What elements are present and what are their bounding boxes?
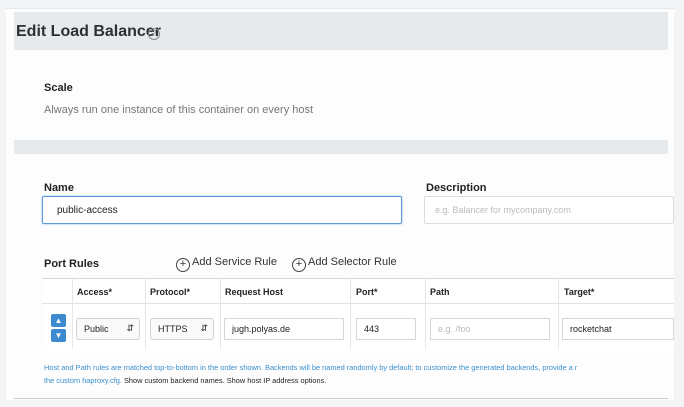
port-value: 443 <box>364 324 380 334</box>
column-header-request-host: Request Host <box>225 287 284 297</box>
access-select-value: Public <box>84 324 109 334</box>
chevron-up-icon[interactable]: ▲ <box>51 314 66 327</box>
column-header-port: Port* <box>356 287 378 297</box>
help-note-line: Host and Path rules are matched top-to-b… <box>44 363 578 372</box>
column-separator <box>145 279 146 349</box>
port-rules-help-note: Host and Path rules are matched top-to-b… <box>44 361 684 387</box>
chevron-down-icon[interactable]: ▼ <box>51 329 66 342</box>
section-divider <box>14 140 668 154</box>
column-separator <box>220 279 221 349</box>
show-backend-names-link[interactable]: Show custom backend names. <box>124 376 225 385</box>
request-host-input[interactable]: jugh.polyas.de <box>224 318 344 340</box>
column-separator <box>72 279 73 349</box>
description-input[interactable]: e.g. Balancer for mycompany.com <box>424 196 674 224</box>
help-note-line: the custom haproxy.cfg. <box>44 376 122 385</box>
name-label: Name <box>44 182 74 194</box>
column-separator <box>425 279 426 349</box>
plus-circle-icon: + <box>292 258 306 272</box>
select-arrows-icon: ⇵ <box>200 323 208 333</box>
add-selector-rule-button[interactable]: + Add Selector Rule <box>292 256 397 272</box>
description-placeholder: e.g. Balancer for mycompany.com <box>435 205 571 215</box>
add-service-rule-label: Add Service Rule <box>192 256 277 268</box>
table-header-divider <box>42 303 674 304</box>
column-separator <box>350 279 351 349</box>
bottom-divider <box>14 398 668 399</box>
path-input[interactable]: e.g. /foo <box>430 318 550 340</box>
add-selector-rule-label: Add Selector Rule <box>308 256 397 268</box>
port-rules-label: Port Rules <box>44 258 100 270</box>
target-select[interactable]: rocketchat <box>562 318 674 340</box>
column-header-protocol: Protocol* <box>150 287 191 297</box>
scale-description: Always run one instance of this containe… <box>44 104 314 116</box>
protocol-select[interactable]: HTTPS ⇵ <box>150 318 214 340</box>
plus-circle-icon: + <box>176 258 190 272</box>
row-reorder-control[interactable]: ▲ ▼ <box>51 314 66 342</box>
description-label: Description <box>426 182 487 194</box>
name-input-value: public-access <box>57 205 118 216</box>
name-input[interactable]: public-access <box>42 196 402 224</box>
column-header-target: Target* <box>564 287 595 297</box>
column-header-path: Path <box>430 287 450 297</box>
column-separator <box>558 279 559 349</box>
select-arrows-icon: ⇵ <box>126 323 134 333</box>
protocol-select-value: HTTPS <box>158 324 188 334</box>
scale-section <box>14 50 668 140</box>
add-service-rule-button[interactable]: + Add Service Rule <box>176 256 277 272</box>
port-input[interactable]: 443 <box>356 318 416 340</box>
show-host-ip-link[interactable]: Show host IP address options. <box>227 376 327 385</box>
page-title: Edit Load Balancer <box>16 23 161 40</box>
access-select[interactable]: Public ⇵ <box>76 318 140 340</box>
request-host-value: jugh.polyas.de <box>232 324 291 334</box>
scale-label: Scale <box>44 82 73 94</box>
column-header-access: Access* <box>77 287 113 297</box>
path-placeholder: e.g. /foo <box>438 324 471 334</box>
question-circle-icon[interactable]: ? <box>148 28 160 40</box>
target-value: rocketchat <box>570 324 612 334</box>
